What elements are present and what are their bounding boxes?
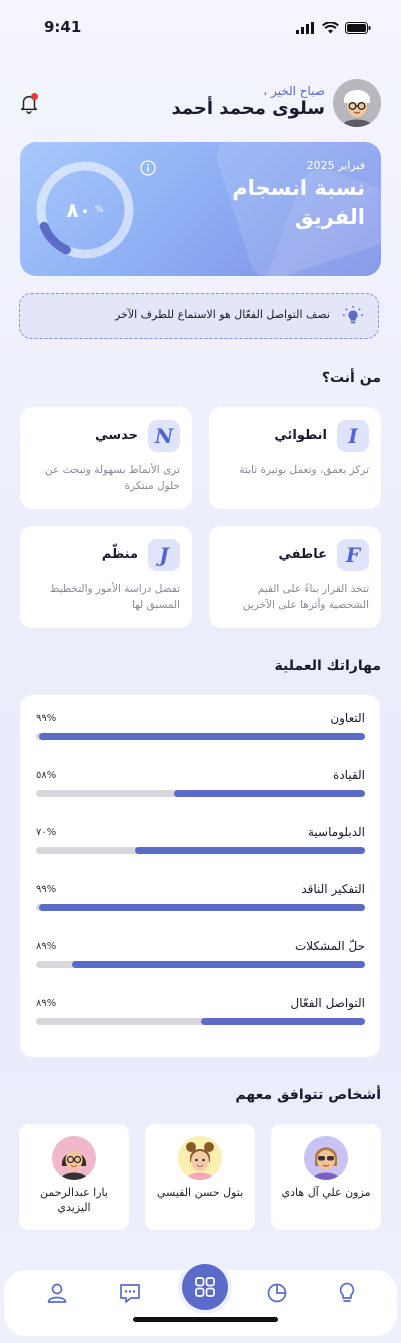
signal-icon (296, 22, 314, 34)
person-avatar (304, 1136, 348, 1180)
greeting: صباح الخير ، (263, 84, 325, 98)
letter-badge: I (337, 420, 369, 452)
skill-bar-track (36, 847, 365, 854)
personality-card-judging[interactable]: J منظّم تفضل دراسة الأمور والتخطيط المسب… (20, 526, 192, 628)
grid-icon (195, 1277, 215, 1297)
skill-name: التفكير الناقد (301, 882, 365, 896)
letter-badge: F (337, 539, 369, 571)
bottom-navigation (4, 1264, 397, 1336)
personality-name: حدسي (95, 428, 138, 443)
chat-icon[interactable] (117, 1280, 143, 1306)
skill-bar-fill (72, 961, 365, 968)
skill-name: التعاون (330, 711, 365, 725)
personality-name: منظّم (101, 547, 138, 562)
home-indicator (133, 1317, 278, 1322)
skill-bar-track (36, 733, 365, 740)
person-name: مزون علي آل هادي (281, 1186, 371, 1199)
person-card[interactable]: بتول حسن القيسي (145, 1124, 255, 1230)
personality-card-introvert[interactable]: I انطوائي تركز بعمق، وتعمل بوتيرة ثابتة (209, 407, 381, 509)
skill-value: ٥٨% (36, 770, 57, 781)
letter-badge: N (148, 420, 180, 452)
status-icons (296, 22, 371, 34)
skill-name: التواصل الفعّال (290, 996, 365, 1010)
skill-bar-fill (174, 790, 365, 797)
skills-section-title: مهاراتك العملية (274, 658, 381, 674)
personality-section-title: من أنت؟ (321, 370, 381, 386)
profile-icon[interactable] (44, 1280, 70, 1306)
user-name: سلوى محمد أحمد (171, 98, 325, 119)
skill-value: ٨٩% (36, 998, 57, 1009)
tip-text: نصف التواصل الفعّال هو الاستماع للطرف ال… (114, 308, 330, 321)
people-section-title: أشخاص تتوافق معهم (235, 1087, 381, 1103)
person-avatar (178, 1136, 222, 1180)
harmony-value: ٨٠ % (34, 159, 136, 261)
home-grid-button[interactable] (182, 1264, 228, 1310)
person-name: يارا عبدالرحمن اليزيدي (40, 1186, 108, 1214)
personality-card-intuitive[interactable]: N حدسي ترى الأنماط بسهولة وتبحث عن حلول … (20, 407, 192, 509)
person-card[interactable]: مزون علي آل هادي (271, 1124, 381, 1230)
person-card[interactable]: يارا عبدالرحمن اليزيدي (19, 1124, 129, 1230)
status-time: 9:41 (44, 18, 82, 36)
tip-banner: نصف التواصل الفعّال هو الاستماع للطرف ال… (19, 293, 379, 339)
personality-name: عاطفي (278, 547, 327, 562)
skill-bar-fill (134, 847, 365, 854)
skill-bar-track (36, 961, 365, 968)
harmony-number: ٨٠ (66, 198, 91, 222)
info-icon[interactable] (140, 160, 156, 176)
notification-dot (31, 93, 38, 100)
skill-name: القيادة (333, 768, 365, 782)
person-name: بتول حسن القيسي (156, 1186, 244, 1199)
skill-bar-fill (39, 904, 365, 911)
personality-desc: تتخذ القرار بناءً على القيم الشخصية وأثر… (242, 583, 369, 611)
personality-desc: ترى الأنماط بسهولة وتبحث عن حلول مبتكرة (45, 464, 180, 492)
skill-bar-fill (39, 733, 365, 740)
skill-value: ٩٩% (36, 713, 57, 724)
skill-bar-fill (200, 1018, 365, 1025)
hero-title: نسبة انسجام الفريق (232, 176, 365, 229)
pie-chart-icon[interactable] (264, 1280, 290, 1306)
skill-value: ٧٠% (36, 827, 57, 838)
skills-card: التعاون ٩٩% القيادة ٥٨% الدبلوماسية ٧٠% … (20, 695, 380, 1057)
skill-bar-track (36, 904, 365, 911)
skill-value: ٩٩% (36, 884, 57, 895)
skill-name: حلّ المشكلات (294, 939, 365, 953)
letter-badge: J (148, 539, 180, 571)
personality-card-feeling[interactable]: F عاطفي تتخذ القرار بناءً على القيم الشخ… (209, 526, 381, 628)
skill-bar-track (36, 1018, 365, 1025)
battery-icon (345, 22, 371, 34)
hero-date: فبراير 2025 (306, 159, 365, 172)
skill-name: الدبلوماسية (308, 825, 365, 839)
personality-desc: تفضل دراسة الأمور والتخطيط المسبق لها (49, 583, 180, 611)
personality-desc: تركز بعمق، وتعمل بوتيرة ثابتة (239, 464, 369, 476)
personality-name: انطوائي (274, 428, 327, 443)
team-harmony-card[interactable]: فبراير 2025 نسبة انسجام الفريق ٨٠ % (20, 142, 381, 276)
user-avatar[interactable] (333, 79, 381, 127)
person-avatar (52, 1136, 96, 1180)
lightbulb-icon (342, 305, 364, 324)
harmony-percent-sign: % (94, 205, 104, 215)
lightbulb-nav-icon[interactable] (334, 1280, 360, 1306)
skill-value: ٨٩% (36, 941, 57, 952)
wifi-icon (322, 22, 339, 34)
skill-bar-track (36, 790, 365, 797)
